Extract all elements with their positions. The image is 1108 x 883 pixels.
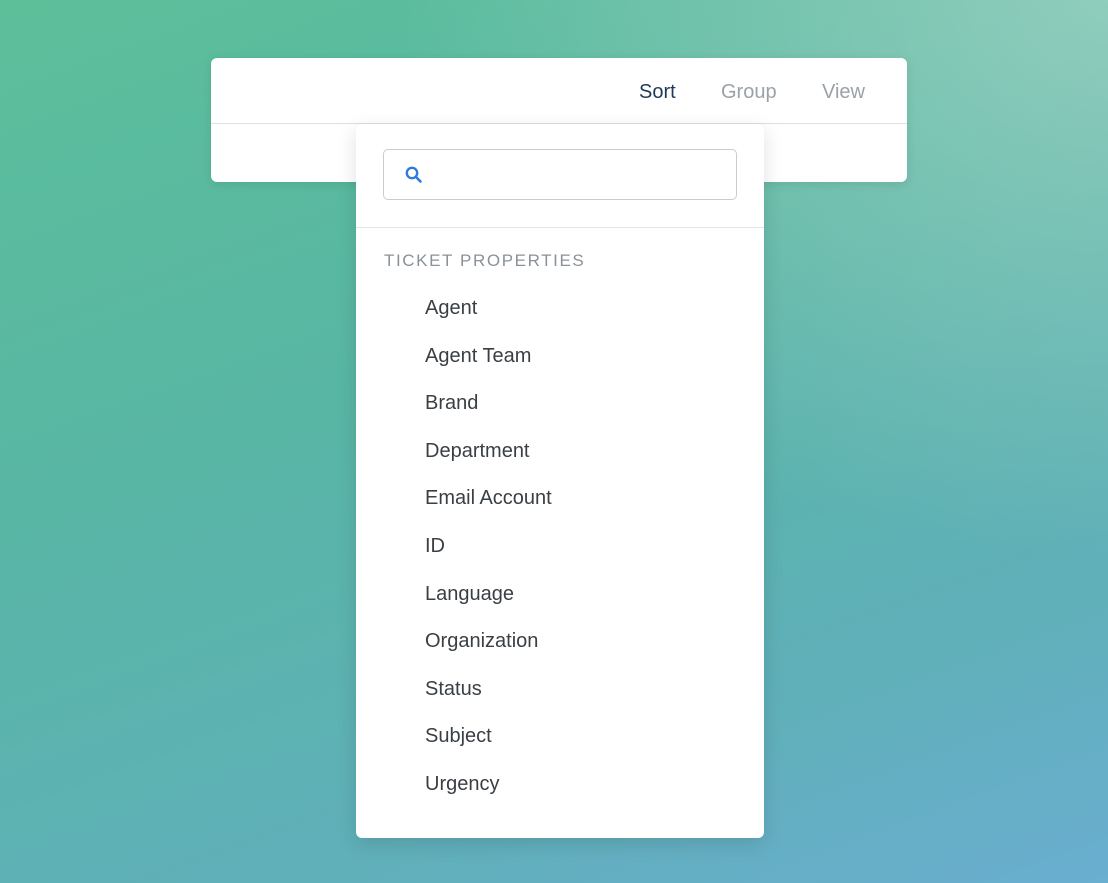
- list-item-language[interactable]: Language: [356, 571, 764, 619]
- list-item-status[interactable]: Status: [356, 666, 764, 714]
- list-item-brand[interactable]: Brand: [356, 380, 764, 428]
- divider: [356, 227, 764, 228]
- list-item-department[interactable]: Department: [356, 428, 764, 476]
- tab-sort[interactable]: Sort: [639, 80, 676, 104]
- tab-view[interactable]: View: [822, 80, 865, 104]
- property-list: Agent Agent Team Brand Department Email …: [356, 285, 764, 809]
- search-box[interactable]: [383, 149, 737, 200]
- list-item-subject[interactable]: Subject: [356, 713, 764, 761]
- toolbar-tabs: Sort Group View: [211, 58, 907, 124]
- list-item-agent[interactable]: Agent: [356, 285, 764, 333]
- search-icon: [405, 166, 422, 183]
- list-item-id[interactable]: ID: [356, 523, 764, 571]
- tab-group[interactable]: Group: [721, 80, 777, 104]
- list-item-email-account[interactable]: Email Account: [356, 475, 764, 523]
- list-item-urgency[interactable]: Urgency: [356, 761, 764, 809]
- search-input[interactable]: [434, 158, 724, 192]
- sort-dropdown: TICKET PROPERTIES Agent Agent Team Brand…: [356, 124, 764, 838]
- list-item-agent-team[interactable]: Agent Team: [356, 333, 764, 381]
- section-header-ticket-properties: TICKET PROPERTIES: [384, 251, 586, 270]
- list-item-organization[interactable]: Organization: [356, 618, 764, 666]
